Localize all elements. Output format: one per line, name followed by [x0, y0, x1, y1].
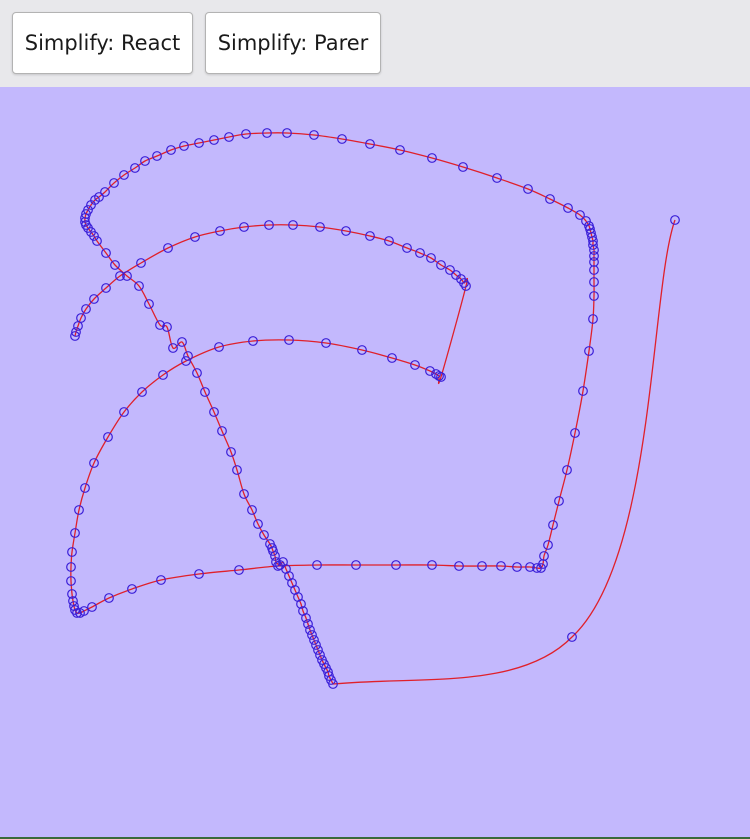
stroke-points — [66, 128, 680, 689]
drawing-canvas[interactable] — [0, 87, 750, 837]
simplify-react-button[interactable]: Simplify: React — [12, 12, 193, 74]
toolbar: Simplify: React Simplify: Parer — [0, 0, 750, 87]
stroke-drawing[interactable] — [0, 87, 750, 837]
simplify-parer-button[interactable]: Simplify: Parer — [205, 12, 381, 74]
